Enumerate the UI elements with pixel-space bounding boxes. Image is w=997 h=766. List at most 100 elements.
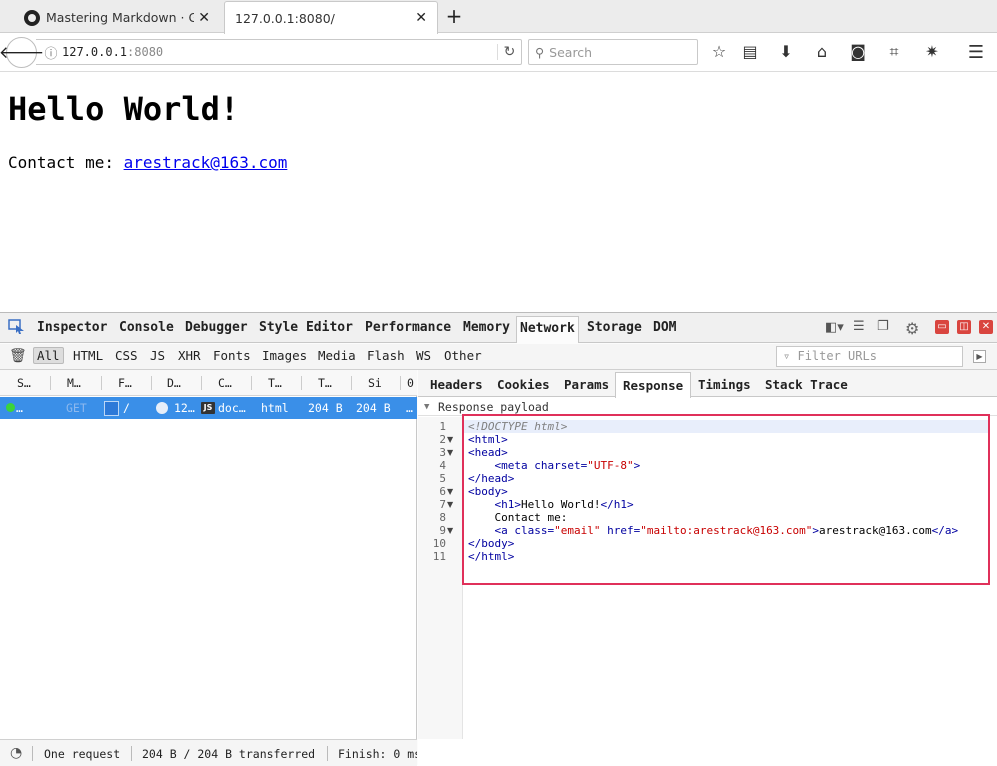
line-number: 4 — [439, 459, 446, 472]
close-tab-icon[interactable]: ✕ — [198, 10, 210, 26]
filter-images[interactable]: Images — [262, 348, 307, 363]
url-port: :8080 — [127, 45, 164, 59]
split-console-icon[interactable]: ◧▾ — [825, 320, 844, 335]
filter-flash[interactable]: Flash — [367, 348, 405, 363]
url-bar[interactable]: ⓘ 127.0.0.1 :8080 ↻ — [36, 39, 522, 65]
back-button[interactable]: 🡐 — [0, 37, 44, 68]
devtools-toolbar: Inspector Console Debugger Style Editor … — [0, 313, 997, 343]
tab-headers[interactable]: Headers — [430, 377, 483, 392]
line-number: 5 — [439, 472, 446, 485]
column-size[interactable]: Si — [368, 376, 382, 390]
devtools-panel: Inspector Console Debugger Style Editor … — [0, 312, 997, 766]
crop-screenshot-icon[interactable]: ⌗ — [883, 42, 905, 62]
back-arrow-icon: 🡐 — [0, 42, 45, 63]
line-number: 9 — [439, 524, 446, 537]
close-devtools-icon[interactable]: ✕ — [979, 320, 993, 334]
pocket-icon[interactable]: ◙ — [847, 42, 869, 61]
cell-type: html — [261, 401, 289, 415]
toggle-details-icon[interactable]: ▶ — [973, 350, 986, 363]
column-timeline[interactable]: 0 — [407, 376, 414, 390]
tab-title: 127.0.0.1:8080/ — [235, 10, 335, 26]
tool-dom[interactable]: DOM — [653, 320, 676, 335]
dock-bottom-icon[interactable]: ▭ — [935, 320, 949, 334]
request-list: S… M… F… D… C… T… T… Si 0 … GET / 12… JS… — [0, 370, 417, 766]
responsive-mode-icon[interactable]: ❐ — [877, 319, 889, 334]
tab-stack-trace[interactable]: Stack Trace — [765, 377, 848, 392]
tool-network[interactable]: Network — [516, 316, 579, 343]
column-cause[interactable]: C… — [218, 376, 232, 390]
filter-other[interactable]: Other — [444, 348, 482, 363]
request-list-header: S… M… F… D… C… T… T… Si 0 — [0, 370, 417, 396]
cell-method: GET — [66, 401, 87, 415]
cell-domain: 12… — [174, 401, 195, 415]
column-type[interactable]: T… — [268, 376, 282, 390]
filter-urls-input[interactable]: ▿ Filter URLs — [776, 346, 963, 367]
tool-inspector[interactable]: Inspector — [37, 320, 107, 335]
github-icon — [24, 9, 40, 26]
performance-analysis-icon[interactable]: ◔ — [10, 745, 22, 761]
tab-params[interactable]: Params — [564, 377, 609, 392]
reload-icon[interactable]: ↻ — [497, 44, 521, 60]
line-number: 11 — [432, 550, 446, 563]
search-input[interactable]: ⚲ Search — [528, 39, 698, 65]
debug-bug-icon[interactable]: ✷ — [921, 42, 943, 61]
filter-urls-placeholder: Filter URLs — [797, 349, 877, 363]
filter-fonts[interactable]: Fonts — [213, 348, 251, 363]
close-tab-icon[interactable]: ✕ — [415, 10, 427, 26]
js-badge-icon: JS — [201, 402, 215, 414]
line-number: 6 — [439, 485, 446, 498]
fold-arrow-icon[interactable]: ▼ — [447, 524, 453, 537]
tool-console[interactable]: Console — [119, 320, 174, 335]
tool-performance[interactable]: Performance — [365, 320, 451, 335]
settings-gear-icon[interactable]: ⚙ — [905, 319, 919, 338]
column-status[interactable]: S… — [17, 376, 31, 390]
details-tabs: Headers Cookies Params Response Timings … — [418, 370, 997, 398]
fold-arrow-icon[interactable]: ▼ — [447, 498, 453, 511]
tool-debugger[interactable]: Debugger — [185, 320, 248, 335]
fold-arrow-icon[interactable]: ▼ — [447, 485, 453, 498]
line-number: 10 — [432, 537, 446, 550]
column-domain[interactable]: D… — [167, 376, 181, 390]
filter-all[interactable]: All — [33, 347, 64, 364]
toggle-sidebar-icon[interactable]: ☰ — [853, 319, 865, 334]
fold-arrow-icon[interactable]: ▼ — [447, 446, 453, 459]
tab-response[interactable]: Response — [615, 372, 692, 398]
bookmark-star-icon[interactable]: ☆ — [708, 42, 730, 61]
dock-side-icon[interactable]: ◫ — [957, 320, 971, 334]
browser-tab-localhost[interactable]: 127.0.0.1:8080/ ✕ — [224, 1, 438, 34]
reading-list-icon[interactable]: ▤ — [739, 42, 761, 61]
browser-tab-mastering-markdown[interactable]: Mastering Markdown · G ✕ — [14, 2, 220, 33]
filter-html[interactable]: HTML — [73, 348, 103, 363]
tool-storage[interactable]: Storage — [587, 320, 642, 335]
line-number: 1 — [439, 420, 446, 433]
column-file[interactable]: F… — [118, 376, 132, 390]
cell-transferred: 204 B — [308, 401, 343, 415]
hamburger-menu-icon[interactable]: ☰ — [965, 42, 987, 63]
request-details-panel: Headers Cookies Params Response Timings … — [418, 370, 997, 766]
contact-email-link[interactable]: arestrack@163.com — [124, 153, 288, 172]
table-row[interactable]: … GET / 12… JS doc… html 204 B 204 B … — [0, 397, 417, 419]
clear-trash-icon[interactable]: 🗑 — [9, 348, 27, 364]
page-content: Hello World! Contact me: arestrack@163.c… — [0, 73, 997, 311]
tool-memory[interactable]: Memory — [463, 320, 510, 335]
column-method[interactable]: M… — [67, 376, 81, 390]
filter-funnel-icon: ▿ — [783, 349, 791, 363]
pick-element-icon[interactable] — [8, 319, 26, 335]
filter-ws[interactable]: WS — [416, 348, 431, 363]
line-number: 2 — [439, 433, 446, 446]
tab-timings[interactable]: Timings — [698, 377, 751, 392]
filter-js[interactable]: JS — [150, 348, 165, 363]
filter-media[interactable]: Media — [318, 348, 356, 363]
search-placeholder: Search — [549, 44, 593, 60]
tab-cookies[interactable]: Cookies — [497, 377, 550, 392]
page-heading: Hello World! — [8, 90, 240, 128]
new-tab-button[interactable]: + — [443, 4, 465, 28]
filter-xhr[interactable]: XHR — [178, 348, 201, 363]
column-transferred[interactable]: T… — [318, 376, 332, 390]
filter-css[interactable]: CSS — [115, 348, 138, 363]
navigation-bar: ⓘ 127.0.0.1 :8080 ↻ 🡐 ⚲ Search ☆ ▤ ⬇ ⌂ ◙… — [0, 34, 997, 72]
tool-style-editor[interactable]: Style Editor — [259, 320, 353, 335]
fold-arrow-icon[interactable]: ▼ — [447, 433, 453, 446]
downloads-icon[interactable]: ⬇ — [775, 42, 797, 61]
home-icon[interactable]: ⌂ — [811, 42, 833, 61]
